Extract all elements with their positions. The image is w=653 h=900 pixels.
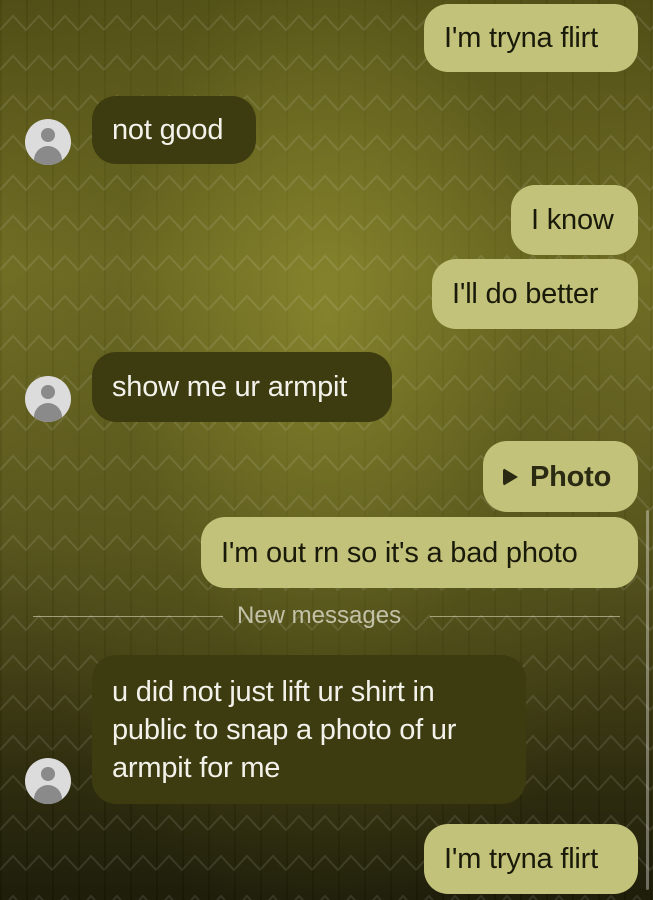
message-text: not good [112,114,224,146]
contact-avatar[interactable] [25,758,71,804]
avatar-body-icon [34,785,62,804]
divider-line-right [430,616,620,617]
avatar-body-icon [34,146,62,165]
photo-attachment-message[interactable]: Photo [483,441,638,512]
avatar-head-icon [41,767,55,781]
photo-label: Photo [530,460,612,493]
avatar-head-icon [41,128,55,142]
outgoing-message[interactable]: I'll do better [432,259,638,329]
incoming-message[interactable]: u did not just lift ur shirt in public t… [92,655,526,804]
new-messages-divider: New messages [237,602,402,629]
message-text: I know [531,204,614,236]
incoming-message[interactable]: not good [92,96,256,164]
message-text: u did not just lift ur shirt in public t… [112,676,457,784]
avatar-body-icon [34,403,62,422]
scrollbar[interactable] [646,510,649,890]
message-text: I'll do better [452,278,599,310]
message-text: show me ur armpit [112,371,348,403]
divider-line-left [33,616,223,617]
outgoing-message[interactable]: I know [511,185,638,255]
incoming-message[interactable]: show me ur armpit [92,352,392,422]
outgoing-message[interactable]: I'm out rn so it's a bad photo [201,517,638,588]
outgoing-message[interactable]: I'm tryna flirt [424,4,638,72]
contact-avatar[interactable] [25,376,71,422]
play-icon [503,467,518,486]
outgoing-message[interactable]: I'm tryna flirt [424,824,638,894]
message-text: I'm out rn so it's a bad photo [221,536,578,569]
message-text: I'm tryna flirt [444,843,598,875]
contact-avatar[interactable] [25,119,71,165]
message-text: I'm tryna flirt [444,22,598,54]
avatar-head-icon [41,385,55,399]
